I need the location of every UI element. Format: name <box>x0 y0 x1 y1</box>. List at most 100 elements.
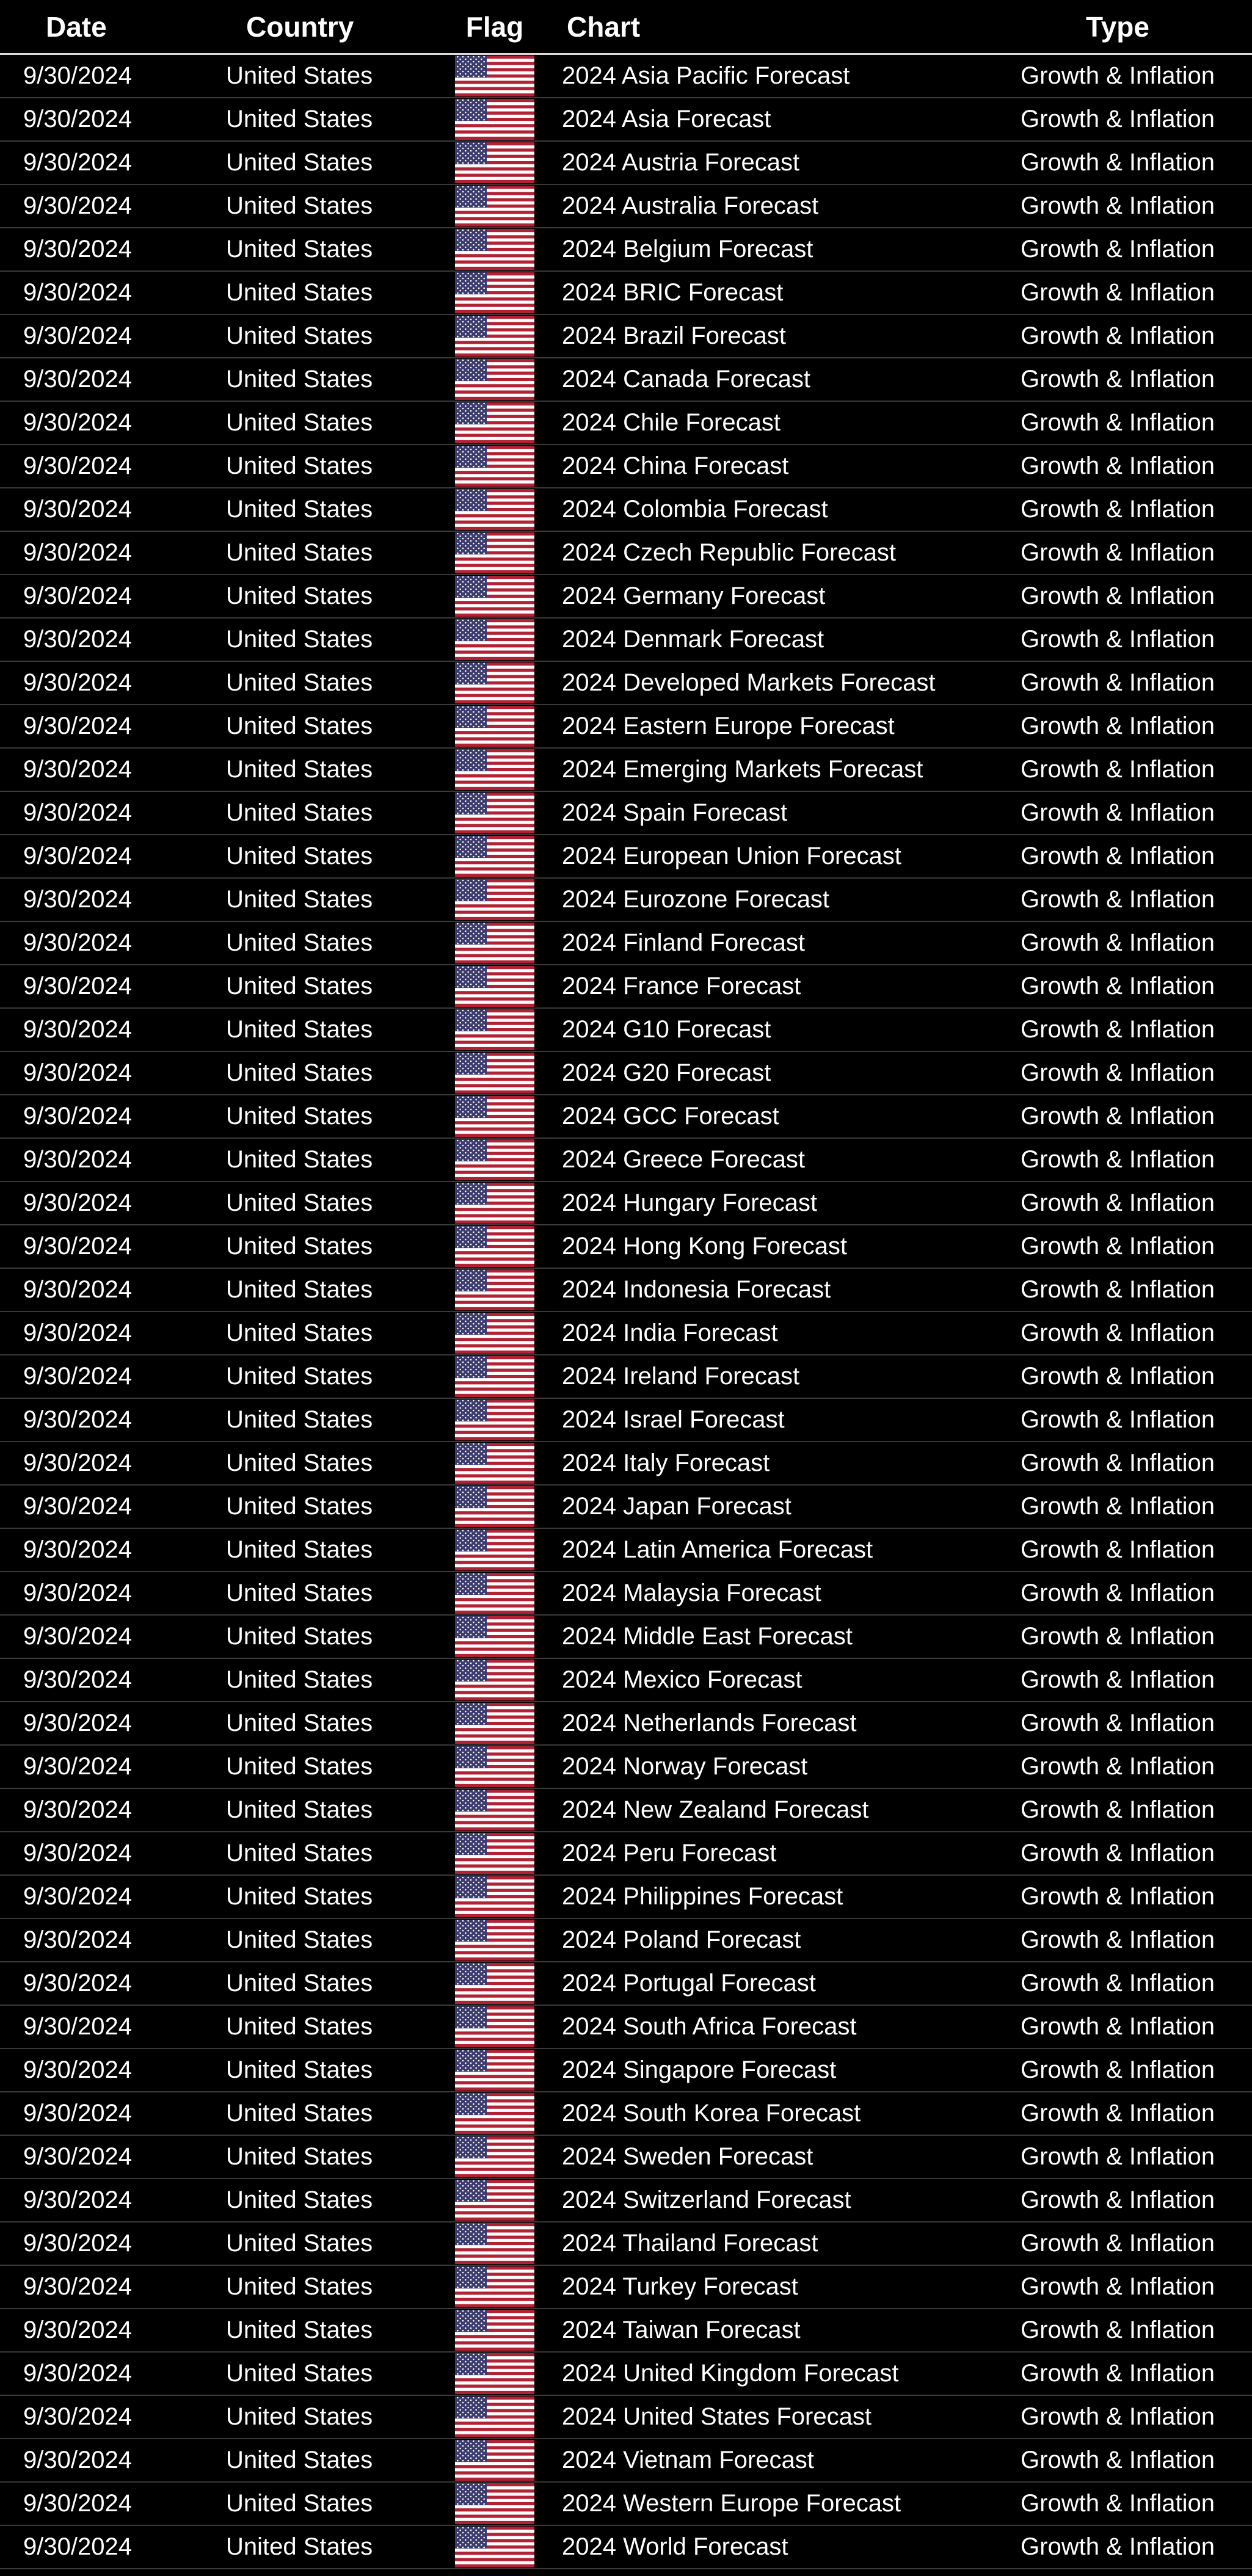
flag-cell <box>446 1660 544 1700</box>
flag-cell <box>446 359 544 400</box>
chart-cell[interactable]: 2024 Vietnam Forecast <box>544 2447 983 2474</box>
flag-cell <box>446 2050 544 2091</box>
chart-cell[interactable]: 2024 Chile Forecast <box>544 409 983 437</box>
chart-cell[interactable]: 2024 Poland Forecast <box>544 1926 983 1954</box>
chart-cell[interactable]: 2024 Canada Forecast <box>544 366 983 393</box>
us-flag-icon <box>455 489 534 530</box>
chart-cell[interactable]: 2024 France Forecast <box>544 973 983 1000</box>
table-row: 9/30/2024 United States 2024 Norway Fore… <box>0 1746 1252 1789</box>
chart-cell[interactable]: 2024 Thailand Forecast <box>544 2230 983 2257</box>
flag-cell <box>446 1139 544 1180</box>
us-flag-icon <box>455 1876 534 1917</box>
chart-cell[interactable]: 2024 Germany Forecast <box>544 582 983 610</box>
chart-cell[interactable]: 2024 European Union Forecast <box>544 843 983 870</box>
chart-cell[interactable]: 2024 India Forecast <box>544 1319 983 1347</box>
date-cell: 9/30/2024 <box>23 279 132 306</box>
date-cell: 9/30/2024 <box>23 2143 132 2170</box>
chart-cell[interactable]: 2024 Japan Forecast <box>544 1493 983 1520</box>
chart-cell[interactable]: 2024 Brazil Forecast <box>544 322 983 350</box>
flag-cell <box>446 2440 544 2481</box>
chart-cell[interactable]: 2024 GCC Forecast <box>544 1103 983 1130</box>
table-row: 9/30/2024 United States 2024 United Stat… <box>0 2396 1252 2439</box>
type-cell: Growth & Inflation <box>1021 62 1215 89</box>
chart-cell[interactable]: 2024 Middle East Forecast <box>544 1623 983 1650</box>
chart-cell[interactable]: 2024 Developed Markets Forecast <box>544 669 983 697</box>
chart-cell[interactable]: 2024 China Forecast <box>544 452 983 480</box>
chart-cell[interactable]: 2024 Ireland Forecast <box>544 1363 983 1390</box>
flag-cell <box>446 1573 544 1614</box>
table-row: 9/30/2024 United States 2024 South Korea… <box>0 2092 1252 2136</box>
table-row: 9/30/2024 United States 2024 France Fore… <box>0 965 1252 1009</box>
chart-cell[interactable]: 2024 Latin America Forecast <box>544 1536 983 1564</box>
table-body: 9/30/2024 United States 2024 Asia Pacifi… <box>0 55 1252 2569</box>
type-cell: Growth & Inflation <box>1021 149 1215 176</box>
flag-cell <box>446 2006 544 2047</box>
country-cell: United States <box>226 149 373 176</box>
chart-cell[interactable]: 2024 Eurozone Forecast <box>544 886 983 913</box>
chart-cell[interactable]: 2024 Indonesia Forecast <box>544 1276 983 1304</box>
chart-cell[interactable]: 2024 G20 Forecast <box>544 1059 983 1087</box>
chart-cell[interactable]: 2024 United States Forecast <box>544 2403 983 2431</box>
us-flag-icon <box>455 793 534 833</box>
chart-cell[interactable]: 2024 Emerging Markets Forecast <box>544 756 983 783</box>
chart-cell[interactable]: 2024 United Kingdom Forecast <box>544 2360 983 2387</box>
chart-cell[interactable]: 2024 Portugal Forecast <box>544 1970 983 1997</box>
chart-cell[interactable]: 2024 Peru Forecast <box>544 1840 983 1867</box>
chart-cell[interactable]: 2024 Czech Republic Forecast <box>544 539 983 567</box>
chart-cell[interactable]: 2024 Sweden Forecast <box>544 2143 983 2171</box>
date-cell: 9/30/2024 <box>23 496 132 523</box>
country-cell: United States <box>226 452 373 479</box>
chart-cell[interactable]: 2024 New Zealand Forecast <box>544 1796 983 1824</box>
table-row: 9/30/2024 United States 2024 Denmark For… <box>0 619 1252 662</box>
chart-cell[interactable]: 2024 Colombia Forecast <box>544 496 983 523</box>
chart-cell[interactable]: 2024 Taiwan Forecast <box>544 2317 983 2344</box>
country-cell: United States <box>226 843 373 869</box>
chart-cell[interactable]: 2024 Mexico Forecast <box>544 1666 983 1694</box>
chart-cell[interactable]: 2024 Turkey Forecast <box>544 2273 983 2301</box>
date-cell: 9/30/2024 <box>23 669 132 696</box>
chart-cell[interactable]: 2024 World Forecast <box>544 2533 983 2561</box>
chart-cell[interactable]: 2024 Finland Forecast <box>544 929 983 957</box>
us-flag-icon <box>455 2223 534 2264</box>
chart-cell[interactable]: 2024 Eastern Europe Forecast <box>544 713 983 740</box>
chart-cell[interactable]: 2024 Asia Forecast <box>544 106 983 133</box>
chart-cell[interactable]: 2024 South Korea Forecast <box>544 2100 983 2127</box>
date-cell: 9/30/2024 <box>23 62 132 89</box>
chart-cell[interactable]: 2024 Belgium Forecast <box>544 236 983 263</box>
country-cell: United States <box>226 2403 373 2430</box>
chart-cell[interactable]: 2024 Norway Forecast <box>544 1753 983 1780</box>
type-cell: Growth & Inflation <box>1021 756 1215 783</box>
date-cell: 9/30/2024 <box>23 322 132 349</box>
country-cell: United States <box>226 1536 373 1563</box>
chart-cell[interactable]: 2024 Netherlands Forecast <box>544 1710 983 1737</box>
chart-cell[interactable]: 2024 Denmark Forecast <box>544 626 983 653</box>
type-cell: Growth & Inflation <box>1021 2100 1215 2127</box>
table-row: 9/30/2024 United States 2024 Western Eur… <box>0 2483 1252 2526</box>
flag-cell <box>446 1790 544 1830</box>
chart-cell[interactable]: 2024 South Africa Forecast <box>544 2013 983 2041</box>
chart-cell[interactable]: 2024 Philippines Forecast <box>544 1883 983 1910</box>
chart-cell[interactable]: 2024 Hungary Forecast <box>544 1189 983 1217</box>
date-cell: 9/30/2024 <box>23 1883 132 1910</box>
header-country: Country <box>246 10 354 43</box>
table-row: 9/30/2024 United States 2024 World Forec… <box>0 2526 1252 2569</box>
chart-cell[interactable]: 2024 Singapore Forecast <box>544 2056 983 2084</box>
chart-cell[interactable]: 2024 Austria Forecast <box>544 149 983 176</box>
chart-cell[interactable]: 2024 Switzerland Forecast <box>544 2186 983 2214</box>
chart-cell[interactable]: 2024 Greece Forecast <box>544 1146 983 1174</box>
flag-cell <box>446 1313 544 1354</box>
chart-cell[interactable]: 2024 G10 Forecast <box>544 1016 983 1043</box>
chart-cell[interactable]: 2024 Asia Pacific Forecast <box>544 62 983 90</box>
table-row: 9/30/2024 United States 2024 Austria For… <box>0 142 1252 185</box>
country-cell: United States <box>226 626 373 653</box>
us-flag-icon <box>455 56 534 96</box>
chart-cell[interactable]: 2024 Malaysia Forecast <box>544 1580 983 1607</box>
chart-cell[interactable]: 2024 Hong Kong Forecast <box>544 1233 983 1260</box>
chart-cell[interactable]: 2024 Western Europe Forecast <box>544 2490 983 2517</box>
chart-cell[interactable]: 2024 Italy Forecast <box>544 1449 983 1477</box>
chart-cell[interactable]: 2024 Spain Forecast <box>544 799 983 827</box>
chart-cell[interactable]: 2024 BRIC Forecast <box>544 279 983 307</box>
chart-cell[interactable]: 2024 Israel Forecast <box>544 1406 983 1434</box>
table-row: 9/30/2024 United States 2024 Emerging Ma… <box>0 749 1252 792</box>
chart-cell[interactable]: 2024 Australia Forecast <box>544 192 983 220</box>
